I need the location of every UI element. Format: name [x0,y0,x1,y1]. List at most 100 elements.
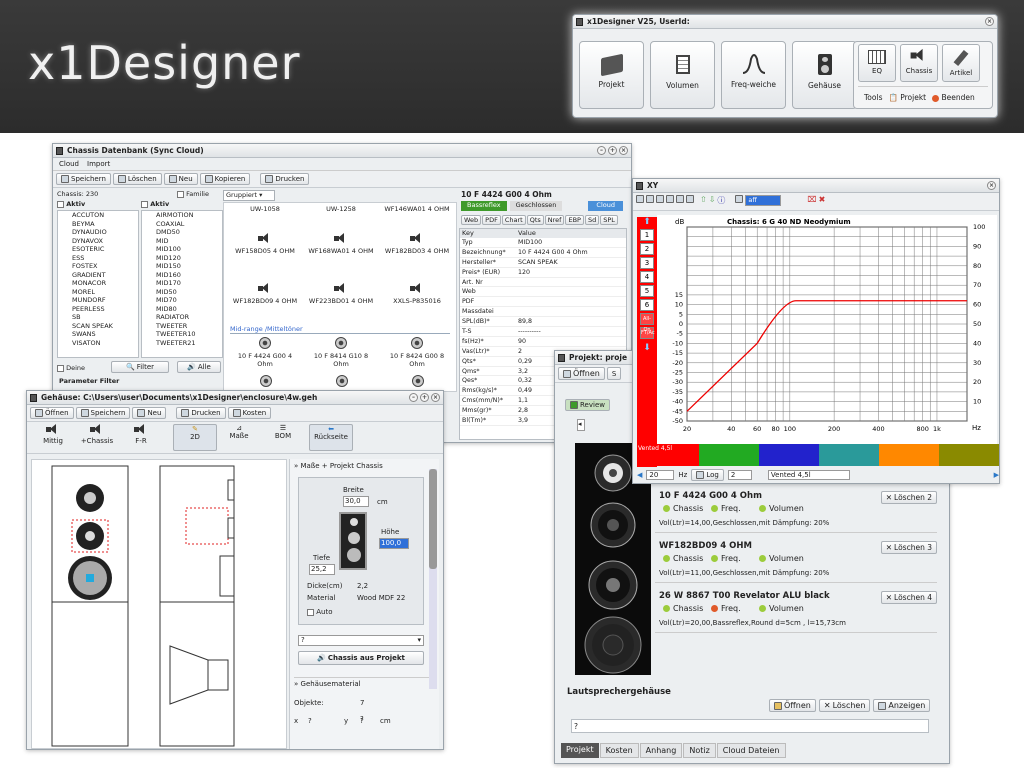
chassis-aus-projekt-button[interactable]: 🔊 Chassis aus Projekt [298,651,424,665]
volumen-status[interactable]: Volumen [759,554,804,563]
detail-tab-web[interactable]: Web [461,215,482,225]
log-button[interactable]: Log [691,469,724,481]
brand-item[interactable]: FOSTEX [58,262,138,271]
brand-item[interactable]: MONACOR [58,279,138,288]
masse-header[interactable]: » Maße + Projekt Chassis [290,459,439,470]
geschlossen-tab[interactable]: Geschlossen [509,201,563,211]
type-item[interactable]: TWEETER10 [142,330,222,339]
brand-item[interactable]: BEYMA [58,220,138,229]
chassis-select[interactable]: ? ▾ [298,635,424,646]
detail-tab-nref[interactable]: Nref [544,215,565,225]
chassis-card[interactable]: WF146WA01 4 OHM [382,205,452,213]
cloud-badge[interactable]: Cloud [588,201,623,211]
kv-row[interactable]: Typ MID100 [460,238,626,248]
vented-field[interactable]: Vented 4,5l [767,470,850,480]
chassis-button[interactable]: Chassis [900,44,938,82]
frequency-chart[interactable]: Chassis: 6 G 40 ND NeodymiumdBHz-50-45-4… [657,215,997,447]
gehaeuse-button[interactable]: Gehäuse [792,41,857,109]
chassis-status[interactable]: Chassis [663,604,703,613]
arrow-left-icon[interactable]: ◀ [637,471,642,479]
close-icon[interactable]: × [987,181,996,190]
mittig-button[interactable]: Mittig [31,424,75,451]
delete-icon[interactable]: ✖ [819,195,826,208]
kv-row[interactable]: T-S ---------- [460,327,626,337]
chassis-card[interactable]: UW-1058 [230,205,300,213]
fr-button[interactable]: F-R [119,424,163,451]
loeschen-button[interactable]: Löschen [112,173,162,185]
aktiv-header-type[interactable]: Aktiv [141,200,223,208]
chassis-card[interactable]: 10 F 8424 G00 8 Ohm [382,337,452,368]
kv-row[interactable]: Art. Nr [460,278,626,288]
eq-button[interactable]: EQ [858,44,896,82]
zoom-out-icon[interactable] [656,195,664,203]
chassis-card[interactable]: UW-1258 [306,205,376,213]
lsg-field[interactable]: ? [571,719,929,733]
detail-tab-pdf[interactable]: PDF [482,215,501,225]
artikel-button[interactable]: Artikel [942,44,980,82]
breite-input[interactable]: 30,0 [343,496,369,507]
menu-cloud[interactable]: Cloud [59,160,79,168]
volumen-status[interactable]: Volumen [759,504,804,513]
loeschen-button[interactable]: ✕ Löschen 3 [880,541,937,554]
freq-status[interactable]: Freq. [711,554,741,563]
type-item[interactable]: MID150 [142,262,222,271]
save-button[interactable]: S [606,367,622,380]
2d-button[interactable]: ✎ 2D [173,424,217,451]
kv-row[interactable]: fs(Hz)* 90 [460,337,626,347]
tiefe-input[interactable]: 25,2 [309,564,335,575]
type-item[interactable]: COAXIAL [142,220,222,229]
chassis-card[interactable]: WF182BD09 4 OHM [230,283,300,305]
deine-check[interactable]: Deine [57,364,85,372]
trace-button-5[interactable]: 5 [640,285,654,297]
maximize-icon[interactable]: + [608,146,617,155]
speichern-button[interactable]: Speichern [75,407,131,419]
auto-check[interactable]: Auto [307,608,333,616]
oeffnen-button[interactable]: Öffnen [558,367,605,380]
type-item[interactable]: MID170 [142,279,222,288]
maximize-icon[interactable]: + [420,393,429,402]
type-item[interactable]: TWEETER [142,322,222,331]
detail-tab-chart[interactable]: Chart [501,215,526,225]
trace-select[interactable]: aff [745,195,782,206]
type-item[interactable]: MID120 [142,254,222,263]
loeschen-button[interactable]: ✕ Löschen 4 [880,591,937,604]
bom-button[interactable]: ☰ BOM [261,424,305,451]
brand-item[interactable]: ACCUTON [58,211,138,220]
chassis-card[interactable]: WF223BD01 4 OHM [306,283,376,305]
kv-row[interactable]: Massdatei [460,307,626,318]
brand-item[interactable]: MOREL [58,288,138,297]
group-select[interactable]: Gruppiert ▾ [223,190,275,201]
lsg-oeffnen-button[interactable]: Öffnen [769,699,816,712]
chassis-card[interactable]: 10 F 8414 G10 8 Ohm [306,337,376,368]
kopieren-button[interactable]: Kopieren [199,173,251,185]
chassis-card[interactable]: XXLS-P835016 [382,283,452,305]
tab-notiz[interactable]: Notiz [683,743,716,758]
brand-list[interactable]: ACCUTON BEYMA DYNAUDIO DYNAVOX ESOTERIC ESS FO… [57,210,139,358]
projekt-link[interactable]: 📋 Projekt [888,93,926,102]
trace-button-8[interactable]: FT/Ac [640,327,655,339]
detail-tab-spl[interactable]: SPL [600,215,618,225]
freq-status[interactable]: Freq. [711,504,741,513]
bassreflex-tab[interactable]: Bassreflex [461,201,507,211]
type-item[interactable]: MID100 [142,245,222,254]
tools-link[interactable]: Tools [864,93,882,102]
type-item[interactable]: MID50 [142,288,222,297]
trace-button-2[interactable]: 2 [640,243,654,255]
drucken-button[interactable]: Drucken [176,407,226,419]
lsg-loeschen-button[interactable]: ✕ Löschen [818,699,871,712]
brand-item[interactable]: MUNDORF [58,296,138,305]
kv-row[interactable]: SPL(dB)* 89,8 [460,317,626,328]
down-icon[interactable]: ⇩ [709,195,716,208]
trace-button-6[interactable]: 6 [640,299,654,311]
chassis-card[interactable]: WF158D05 4 OHM [230,233,300,255]
neu-button[interactable]: Neu [132,407,167,419]
paste-icon[interactable] [676,195,684,203]
type-item[interactable]: RADIATOR [142,313,222,322]
tab-anhang[interactable]: Anhang [639,743,683,758]
enclosure-drawing[interactable] [31,459,287,749]
material-header[interactable]: » Gehäusematerial [294,677,434,688]
type-item[interactable]: DMD50 [142,228,222,237]
type-list[interactable]: AIRMOTION COAXIAL DMD50 MID MID100 MID120 MID1… [141,210,223,358]
type-item[interactable]: MID70 [142,296,222,305]
type-item[interactable]: AIRMOTION [142,211,222,220]
